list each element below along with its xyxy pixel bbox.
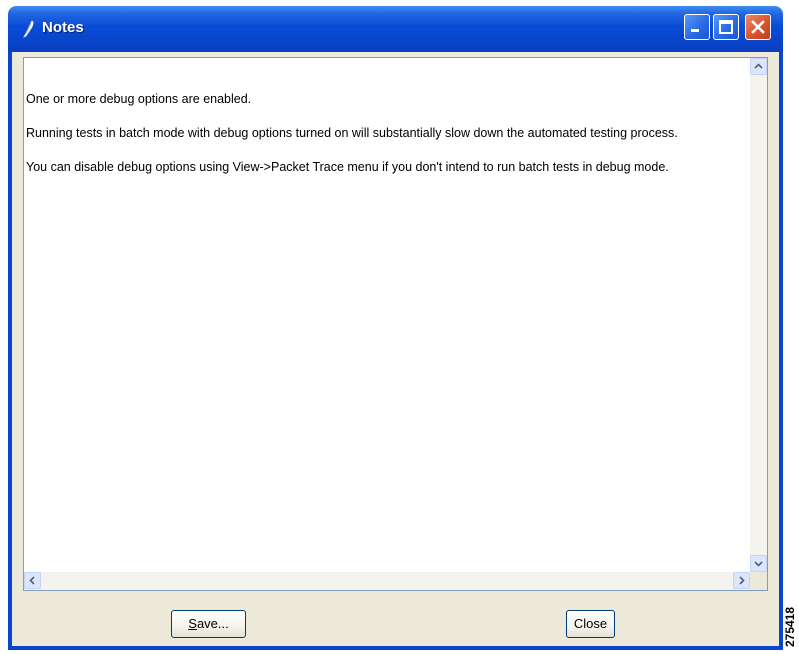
scrollbar-corner — [750, 572, 767, 590]
figure-id: 275418 — [781, 600, 799, 654]
window-frame-left — [8, 52, 12, 650]
notes-text-area[interactable]: One or more debug options are enabled. R… — [23, 57, 768, 591]
note-paragraph: You can disable debug options using View… — [26, 160, 669, 174]
window-title: Notes — [42, 19, 84, 36]
scroll-right-button[interactable] — [733, 572, 750, 589]
note-paragraph: One or more debug options are enabled. — [26, 92, 252, 106]
close-button[interactable]: Close — [566, 610, 615, 638]
chevron-up-icon — [754, 63, 763, 69]
chevron-down-icon — [754, 561, 763, 567]
close-window-button[interactable] — [745, 14, 771, 40]
horizontal-scrollbar[interactable] — [24, 572, 750, 590]
minimize-icon — [691, 29, 699, 32]
notes-text: One or more debug options are enabled. R… — [26, 91, 741, 193]
window-frame-right — [779, 52, 783, 650]
maximize-button[interactable] — [713, 14, 739, 40]
title-bar[interactable]: Notes — [8, 6, 783, 52]
feather-pen-icon — [20, 20, 36, 38]
scroll-down-button[interactable] — [750, 555, 767, 572]
window-frame-bottom — [8, 646, 783, 650]
chevron-left-icon — [29, 576, 35, 585]
chevron-right-icon — [739, 576, 745, 585]
save-label: ave... — [196, 616, 229, 631]
note-paragraph: Running tests in batch mode with debug o… — [26, 126, 678, 140]
vertical-scrollbar[interactable] — [750, 58, 767, 572]
close-icon — [751, 20, 765, 34]
save-mnemonic: S — [188, 616, 197, 631]
notes-window: Notes One or more debug options are enab… — [8, 6, 783, 650]
scroll-up-button[interactable] — [750, 58, 767, 75]
maximize-icon — [719, 20, 733, 34]
scroll-left-button[interactable] — [24, 572, 41, 589]
minimize-button[interactable] — [684, 14, 710, 40]
figure-id-label: 275418 — [783, 606, 797, 648]
save-button[interactable]: Save... — [171, 610, 246, 638]
